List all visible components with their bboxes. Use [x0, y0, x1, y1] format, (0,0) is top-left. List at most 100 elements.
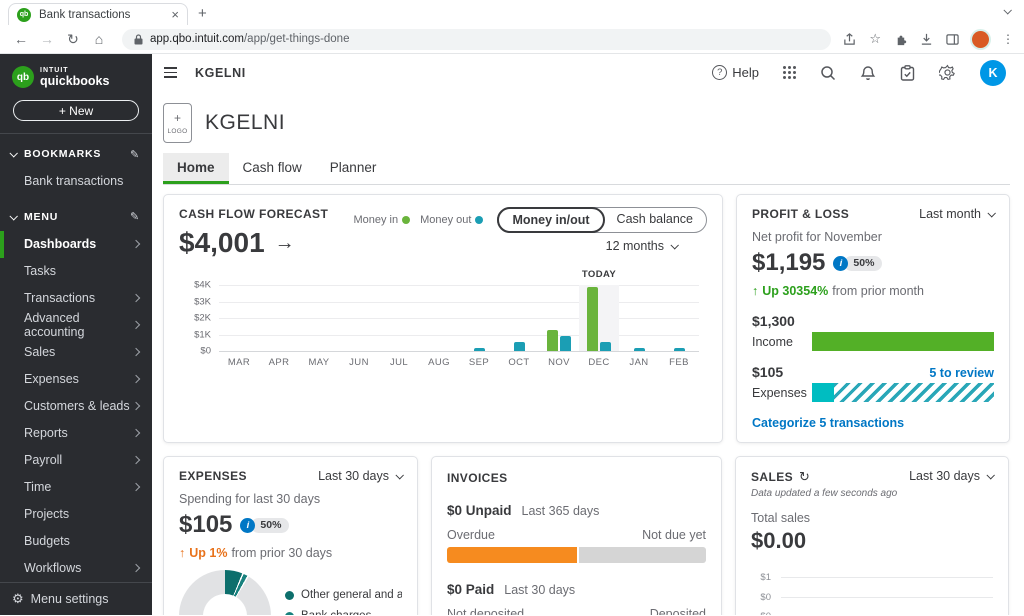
sidebar-item-bank-transactions[interactable]: Bank transactions [0, 168, 152, 193]
y-axis-label: $0 [200, 345, 211, 357]
sidebar-item-label: Advanced accounting [24, 311, 85, 340]
sidebar-item-time[interactable]: Time [0, 474, 152, 501]
sidebar-item-workflows[interactable]: Workflows [0, 555, 152, 582]
chevron-right-icon [131, 239, 141, 249]
cashflow-detail-arrow-icon[interactable]: → [275, 232, 295, 255]
bookmarks-header-label: BOOKMARKS [24, 148, 102, 161]
cashflow-plot: $4K $3K $2K $1K $0 TODAY [194, 269, 699, 357]
sidebar-item-customers-leads[interactable]: Customers & leads [0, 393, 152, 420]
sidebar-item-projects[interactable]: Projects [0, 501, 152, 528]
edit-bookmarks-pencil-icon[interactable]: ✎ [130, 148, 140, 161]
pl-range-dropdown[interactable]: Last month [919, 207, 996, 221]
refresh-icon[interactable]: ↻ [799, 469, 810, 485]
tab-search-chevron-icon[interactable] [1003, 6, 1012, 15]
collapse-sidebar-icon[interactable] [164, 67, 177, 78]
expenses-donut-chart [179, 570, 271, 615]
pl-net-profit-amount: $1,195 [752, 249, 826, 276]
sidebar-item-sales[interactable]: Sales [0, 339, 152, 366]
legend-dot [285, 611, 294, 615]
pl-card-title: PROFIT & LOSS [752, 207, 850, 221]
tasks-clipboard-icon[interactable] [900, 64, 915, 81]
legend-label: Money out [420, 214, 472, 226]
chart-column-may [299, 285, 339, 351]
sidebar-item-expenses[interactable]: Expenses [0, 366, 152, 393]
extensions-puzzle-icon[interactable] [894, 33, 907, 46]
cashflow-card-title: CASH FLOW FORECAST [179, 207, 329, 221]
sidebar-item-transactions[interactable]: Transactions [0, 285, 152, 312]
toggle-money-in-out[interactable]: Money in/out [497, 207, 605, 233]
sidebar-item-dashboards[interactable]: Dashboards [0, 230, 152, 258]
expenses-range-dropdown[interactable]: Last 30 days [318, 469, 404, 483]
x-axis-label: APR [268, 357, 290, 368]
x-axis-label: MAR [227, 357, 251, 368]
sidebar-item-label: Payroll [24, 453, 63, 468]
app-top-bar: KGELNI ? Help K [152, 54, 1024, 91]
tab-cash-flow[interactable]: Cash flow [229, 153, 316, 184]
expenses-confidence-badge[interactable]: i 50% [240, 517, 290, 533]
edit-menu-pencil-icon[interactable]: ✎ [130, 210, 140, 223]
info-icon: i [240, 517, 256, 533]
chevron-right-icon [131, 347, 141, 357]
side-panel-icon[interactable] [946, 33, 959, 46]
sidebar-item-payroll[interactable]: Payroll [0, 447, 152, 474]
y-axis-label: $3K [194, 296, 211, 307]
bookmarks-header[interactable]: BOOKMARKS ✎ [0, 140, 152, 168]
company-logo-upload[interactable]: + LOGO [163, 103, 192, 143]
back-icon[interactable]: ← [10, 31, 32, 47]
sidebar-item-reports[interactable]: Reports [0, 420, 152, 447]
today-label: TODAY [581, 269, 617, 280]
reload-icon[interactable]: ↻ [62, 31, 84, 48]
browser-menu-icon[interactable]: ⋮ [1002, 32, 1014, 46]
notifications-bell-icon[interactable] [860, 65, 876, 81]
cashflow-amount: $4,001 [179, 227, 265, 258]
pl-income-amount: $1,300 [752, 313, 795, 329]
unpaid-bar[interactable] [447, 547, 706, 563]
pl-badge-percent: 50% [844, 255, 883, 271]
search-icon[interactable] [820, 65, 836, 81]
forward-icon[interactable]: → [36, 31, 58, 47]
browser-tab[interactable]: qb Bank transactions × [8, 3, 188, 25]
legend-label: Bank charges [301, 610, 371, 615]
user-avatar[interactable]: K [980, 59, 1006, 86]
page-title: KGELNI [205, 111, 286, 134]
tab-home[interactable]: Home [163, 153, 229, 184]
sidebar-item-budgets[interactable]: Budgets [0, 528, 152, 555]
expenses-range-value: Last 30 days [318, 469, 389, 483]
apps-grid-icon[interactable] [783, 66, 796, 79]
pl-review-link[interactable]: 5 to review [929, 366, 994, 380]
money-in-bar [547, 330, 558, 351]
new-tab-button[interactable]: + [198, 5, 207, 22]
tab-close-icon[interactable]: × [171, 7, 179, 22]
pl-range-value: Last month [919, 207, 981, 221]
share-icon[interactable] [843, 32, 856, 46]
toggle-cash-balance[interactable]: Cash balance [604, 208, 706, 232]
new-button[interactable]: + New [13, 100, 139, 122]
pl-categorize-link[interactable]: Categorize 5 transactions [752, 416, 994, 430]
browser-profile-avatar[interactable] [972, 30, 989, 48]
sidebar-item-label: Time [24, 480, 52, 495]
pl-confidence-badge[interactable]: i 50% [833, 255, 883, 271]
help-button[interactable]: ? Help [712, 65, 759, 80]
tab-planner[interactable]: Planner [316, 153, 391, 184]
home-icon[interactable]: ⌂ [88, 31, 110, 47]
x-axis-label: MAY [308, 357, 330, 368]
sidebar-divider [0, 133, 152, 135]
sidebar-item-tasks[interactable]: Tasks [0, 258, 152, 285]
settings-gear-icon[interactable] [939, 64, 956, 81]
cashflow-chart: $4K $3K $2K $1K $0 TODAY MAR APR MAY JUN JUL AUG SE… [179, 269, 707, 368]
money-out-bar [473, 348, 485, 351]
not-due-bar-segment [578, 547, 706, 563]
pl-subtitle: Net profit for November [752, 230, 882, 244]
menu-settings-button[interactable]: ⚙ Menu settings [0, 581, 152, 615]
sidebar-item-advanced-accounting[interactable]: Advanced accounting [0, 311, 152, 340]
chart-column-apr [259, 285, 299, 351]
chart-column-sep [459, 285, 499, 351]
bookmark-star-icon[interactable]: ☆ [869, 31, 881, 47]
url-bar[interactable]: app.qbo.intuit.com/app/get-things-done [122, 28, 832, 50]
sales-range-dropdown[interactable]: Last 30 days [909, 469, 995, 483]
menu-header[interactable]: MENU ✎ [0, 203, 152, 231]
cashflow-range-dropdown[interactable]: 12 months [606, 239, 679, 253]
sidebar: qb INTUIT quickbooks + New BOOKMARKS ✎ B… [0, 54, 152, 615]
download-icon[interactable] [920, 33, 933, 46]
expenses-legend: Other general and administrative ... Bank… [285, 589, 402, 615]
